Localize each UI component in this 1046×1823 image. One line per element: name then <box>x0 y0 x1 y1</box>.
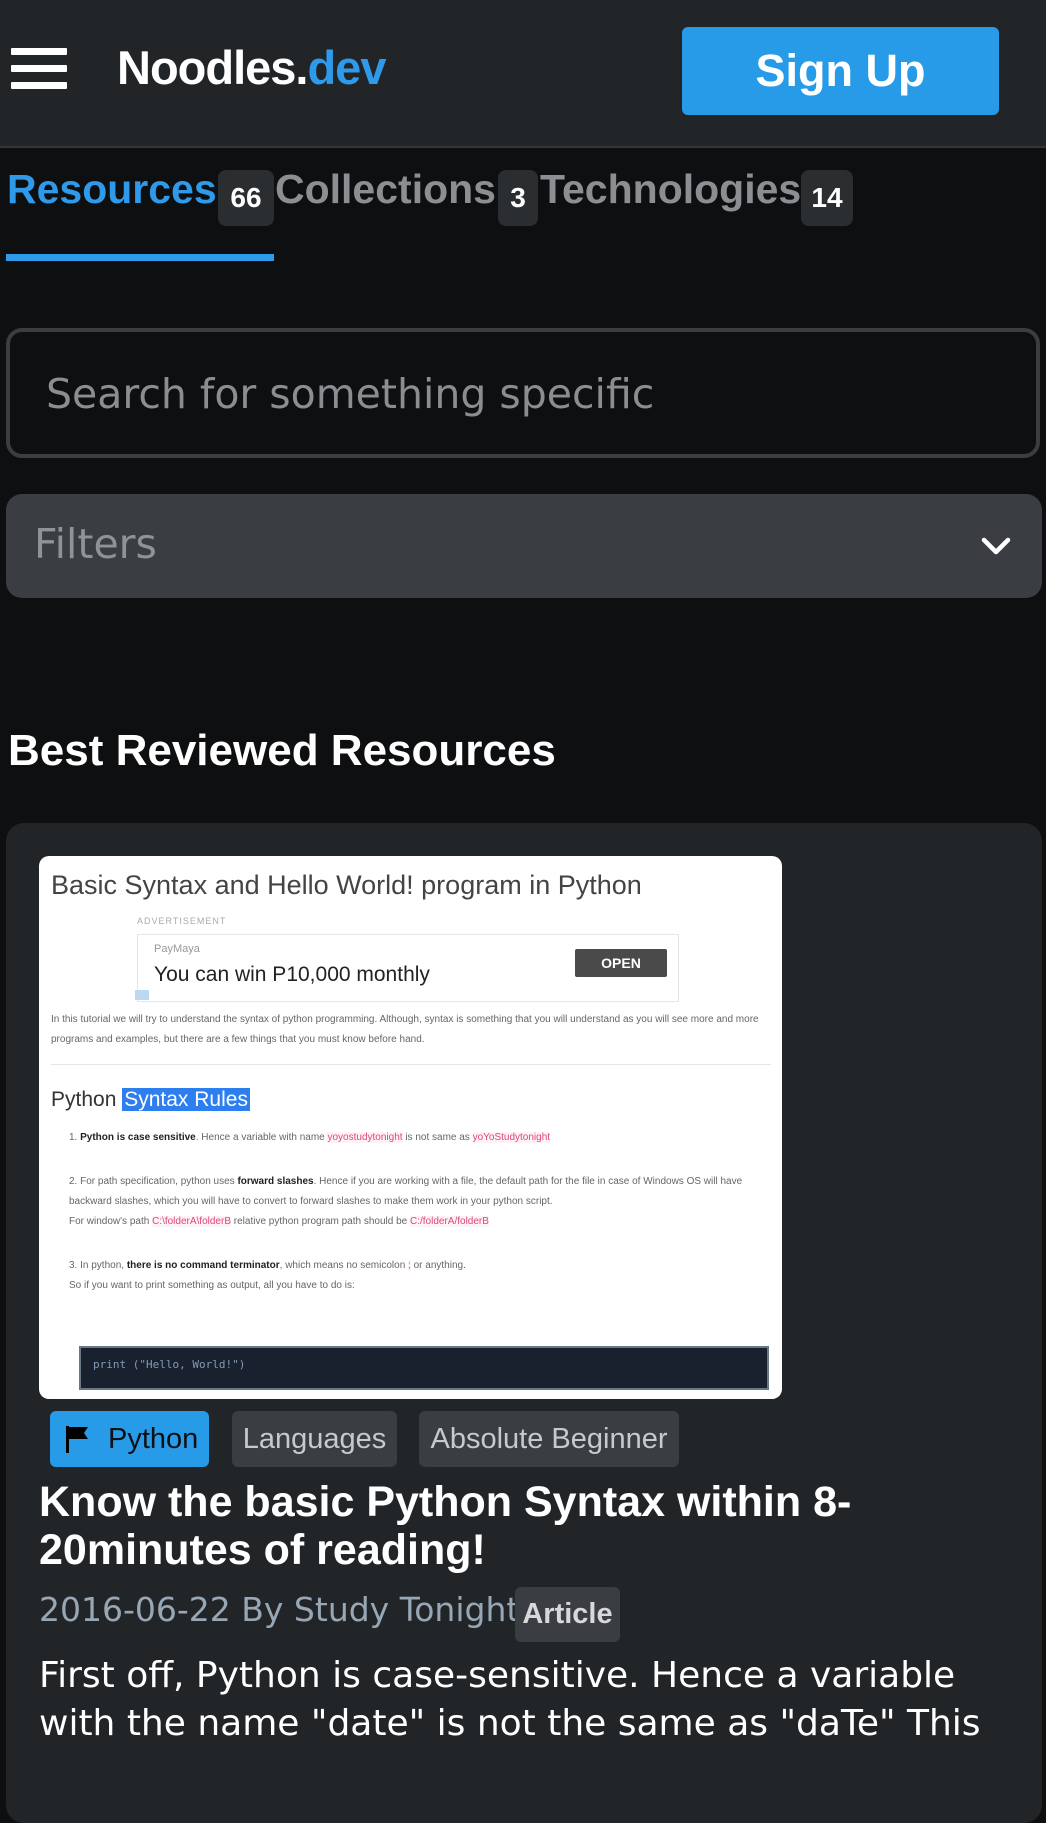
thumbnail-intro: In this tutorial we will try to understa… <box>51 1014 759 1045</box>
resource-title[interactable]: Know the basic Python Syntax within 8-20… <box>39 1478 939 1574</box>
ad-brand: PayMaya <box>154 943 200 955</box>
rule-text: For window's path <box>69 1216 153 1227</box>
logo-text: Noodles. <box>117 41 308 94</box>
search-box <box>6 328 1040 458</box>
tab-technologies[interactable]: Technologies <box>540 166 801 213</box>
ad-choices-icon <box>135 990 149 1000</box>
rule-text: For path specification, python uses <box>80 1176 238 1187</box>
thumbnail-code-block: print ("Hello, World!") <box>79 1346 769 1390</box>
tab-resources-count: 66 <box>218 170 274 226</box>
thumbnail-rules-list: 1. Python is case sensitive. Hence a var… <box>69 1128 759 1320</box>
thumbnail-heading: Python Syntax Rules <box>51 1088 250 1112</box>
tab-collections[interactable]: Collections <box>275 166 496 213</box>
rule-text: relative python program path should be <box>231 1216 410 1227</box>
chevron-down-icon <box>981 537 1011 555</box>
flag-icon <box>66 1426 88 1453</box>
top-nav-bar: Noodles.dev Sign Up <box>0 0 1046 148</box>
filters-dropdown[interactable]: Filters <box>6 494 1042 598</box>
rule-item: 3. In python, there is no command termin… <box>69 1260 466 1291</box>
code-sample: print ("Hello, World!") <box>93 1358 246 1371</box>
rule-bold: there is no command terminator <box>126 1260 280 1271</box>
rule-code: yoyostudytonight <box>327 1132 403 1143</box>
rule-bold: forward slashes <box>237 1176 314 1187</box>
rule-item: 1. Python is case sensitive. Hence a var… <box>69 1132 551 1143</box>
thumbnail-ad: PayMaya You can win P10,000 monthly OPEN <box>137 934 679 1002</box>
rule-text: . Hence a variable with name <box>195 1132 328 1143</box>
thumbnail-ad-label: ADVERTISEMENT <box>137 916 227 926</box>
rule-code: yoYoStudytonight <box>472 1132 551 1143</box>
rule-text: or anything. <box>410 1260 466 1271</box>
thumbnail-divider <box>51 1064 771 1065</box>
resource-meta: 2016-06-22 By Study Tonight <box>39 1590 520 1629</box>
logo-accent-text: dev <box>307 41 386 94</box>
rule-text: In python, <box>80 1260 127 1271</box>
rule-code: C:\folderA\folderB <box>152 1216 231 1227</box>
filters-label: Filters <box>34 520 157 568</box>
heading-plain: Python <box>51 1088 123 1111</box>
section-title: Best Reviewed Resources <box>8 726 556 775</box>
ad-headline: You can win P10,000 monthly <box>154 963 430 986</box>
resource-tabs: Resources 66 Collections 3 Technologies … <box>0 148 1046 264</box>
rule-text: is not same as <box>402 1132 473 1143</box>
active-tab-indicator <box>6 254 274 261</box>
ad-open-button: OPEN <box>575 949 667 977</box>
rule-item: 2. For path specification, python uses f… <box>69 1176 743 1227</box>
search-input[interactable] <box>44 358 998 430</box>
rule-code: C:/folderA/folderB <box>410 1216 489 1227</box>
resource-type-badge: Article <box>515 1587 620 1642</box>
heading-highlight: Syntax Rules <box>122 1088 250 1111</box>
tag-python[interactable]: Python <box>50 1411 209 1467</box>
rule-bold: Python is case sensitive <box>80 1132 196 1143</box>
hamburger-menu-icon[interactable] <box>11 48 67 94</box>
sign-up-button[interactable]: Sign Up <box>682 27 999 115</box>
tab-collections-count: 3 <box>498 170 538 226</box>
rule-text: So if you want to print something as out… <box>69 1280 355 1291</box>
tab-resources[interactable]: Resources <box>7 166 217 213</box>
rule-text: , which means no semicolon <box>279 1260 409 1271</box>
resource-description: First off, Python is case-sensitive. Hen… <box>39 1655 981 1744</box>
tag-languages[interactable]: Languages <box>232 1411 397 1467</box>
tab-technologies-count: 14 <box>801 170 853 226</box>
thumbnail-title: Basic Syntax and Hello World! program in… <box>51 870 642 900</box>
resource-thumbnail[interactable]: Basic Syntax and Hello World! program in… <box>39 856 782 1399</box>
site-logo[interactable]: Noodles.dev <box>117 40 386 95</box>
tag-absolute-beginner[interactable]: Absolute Beginner <box>419 1411 679 1467</box>
tag-label: Python <box>108 1423 199 1455</box>
